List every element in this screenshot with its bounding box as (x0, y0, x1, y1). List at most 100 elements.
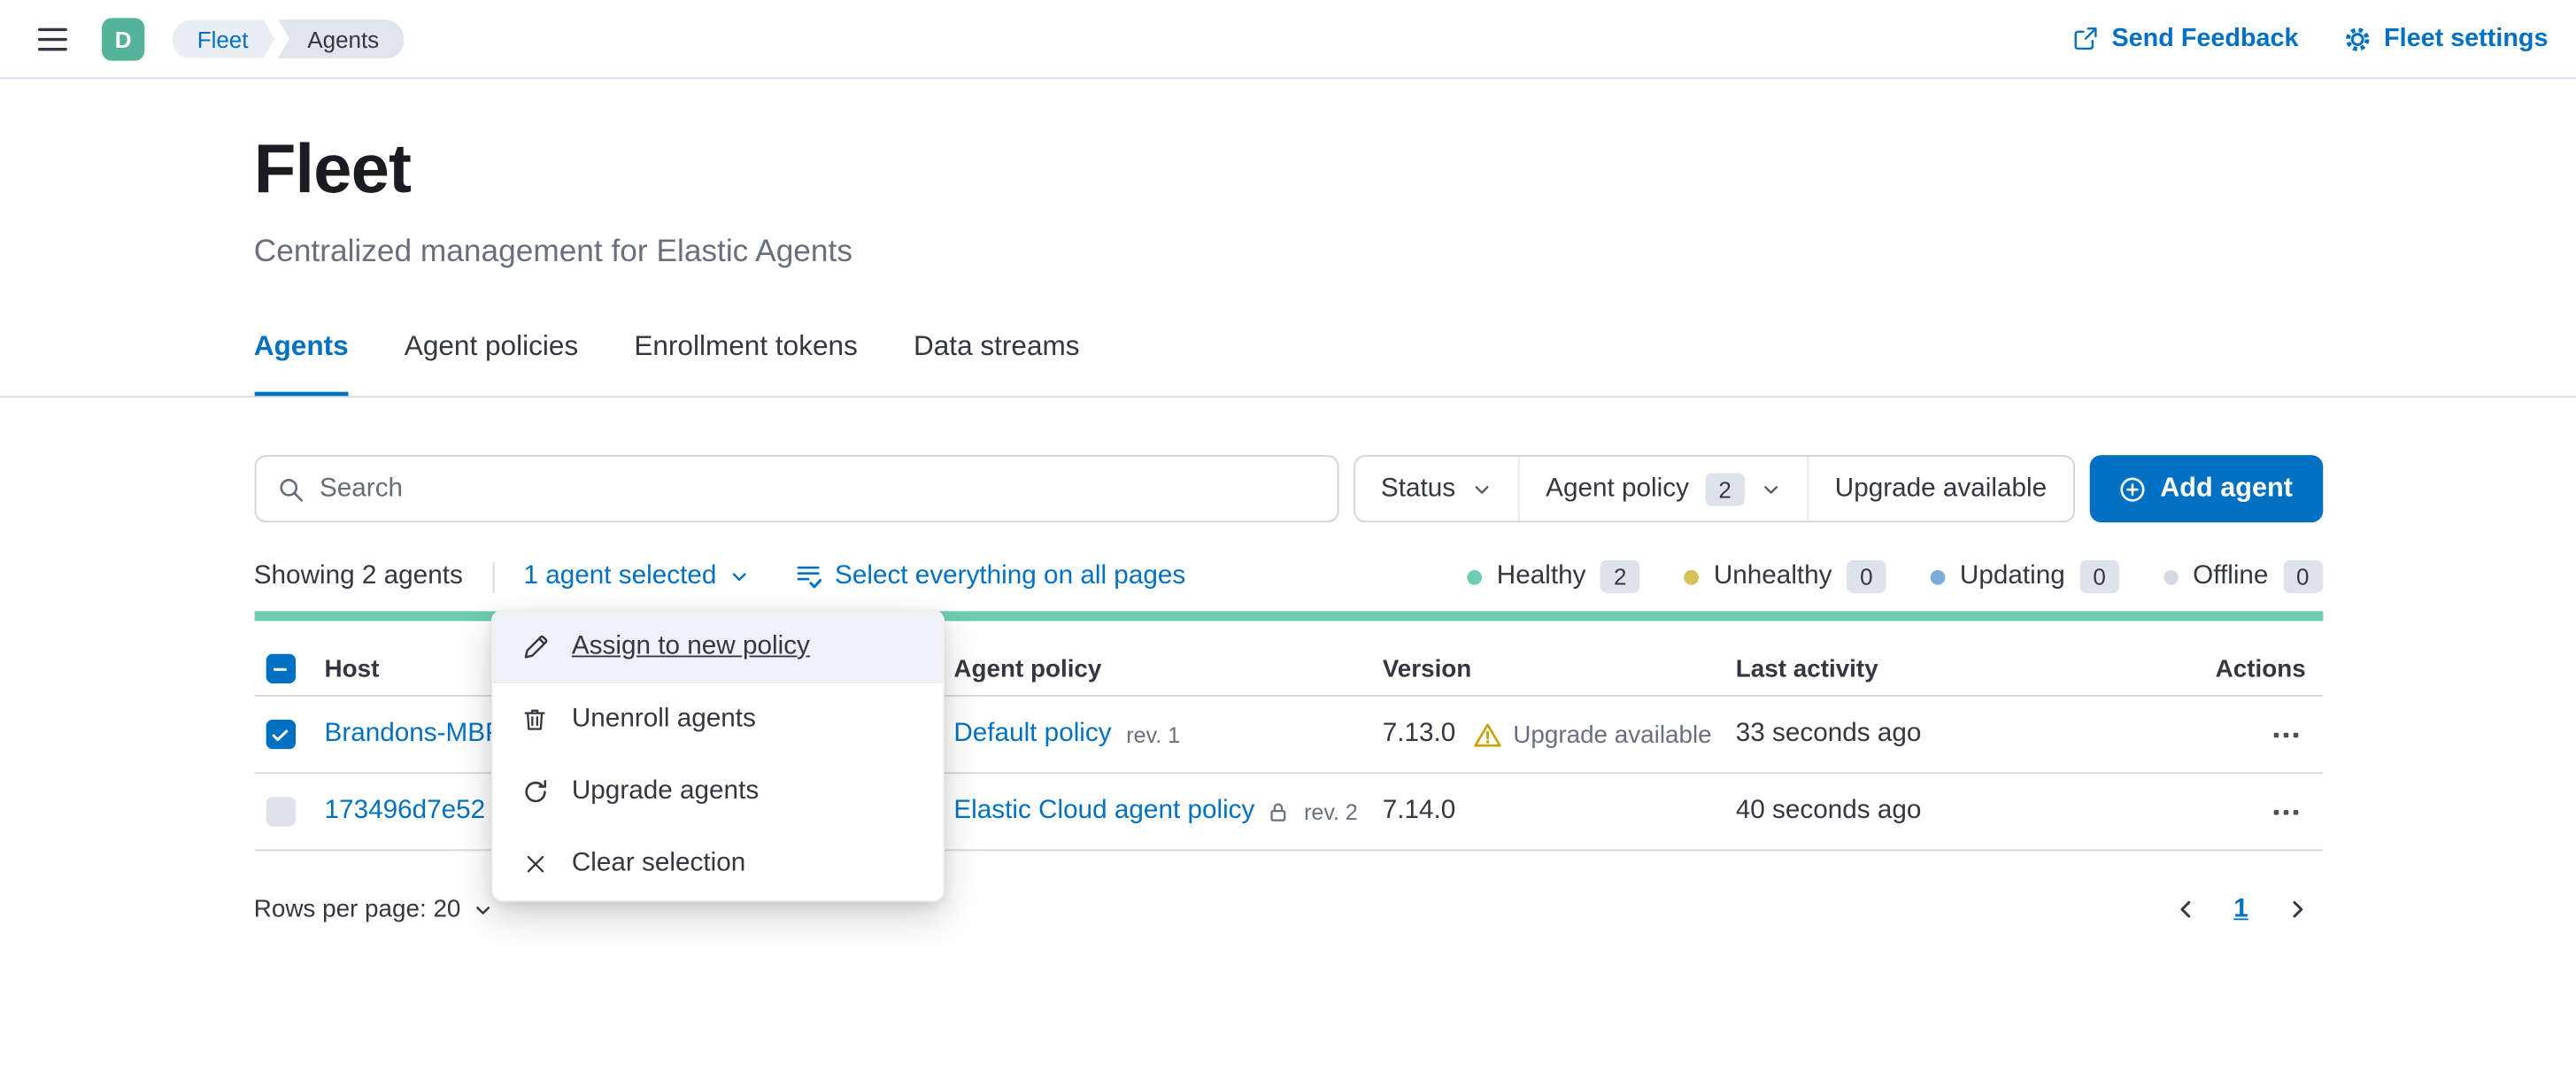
actions-ellipsis-icon (2271, 721, 2300, 749)
offline-count-badge: 0 (2283, 560, 2322, 593)
tab-bar: Agents Agent policies Enrollment tokens … (254, 330, 2323, 396)
breadcrumb-agents[interactable]: Agents (278, 19, 404, 58)
top-navigation-bar: D Fleet Agents Send Feedback Fleet setti… (0, 0, 2576, 79)
refresh-icon (521, 779, 549, 806)
chevron-down-icon (729, 567, 749, 586)
agents-selected-button[interactable]: 1 agent selected (523, 562, 749, 591)
menu-item-label: Clear selection (572, 850, 745, 879)
showing-agents-count: Showing 2 agents (254, 562, 463, 591)
hamburger-menu-icon (38, 27, 67, 50)
unhealthy-label: Unhealthy (1714, 562, 1832, 591)
app-viewport: D Fleet Agents Send Feedback Fleet setti… (0, 0, 2576, 1079)
agents-toolbar: Status Agent policy 2 Upgrade available (254, 455, 2323, 522)
status-healthy[interactable]: Healthy 2 (1467, 560, 1639, 593)
unhealthy-count-badge: 0 (1847, 560, 1886, 593)
hamburger-menu-button[interactable] (25, 11, 81, 66)
breadcrumb-fleet[interactable]: Fleet (173, 19, 274, 58)
rows-per-page-button[interactable]: Rows per page: 20 (254, 895, 494, 923)
page-subtitle: Centralized management for Elastic Agent… (254, 235, 2323, 271)
status-filter-label: Status (1381, 474, 1455, 503)
page-title: Fleet (254, 79, 2323, 209)
agents-selected-label: 1 agent selected (523, 562, 716, 591)
row-actions-button[interactable] (2264, 714, 2305, 754)
agent-policy-link[interactable]: Elastic Cloud agent policy (953, 797, 1254, 826)
agent-status-legend: Healthy 2 Unhealthy 0 Updating 0 Offline… (1467, 560, 2322, 593)
select-all-checkbox[interactable] (266, 654, 295, 683)
host-link[interactable]: Brandons-MBP (325, 720, 503, 749)
menu-item-label: Assign to new policy (572, 633, 810, 662)
row-checkbox[interactable] (266, 720, 295, 749)
plus-circle-icon (2119, 475, 2146, 502)
chevron-down-icon (1761, 479, 1780, 498)
last-activity: 40 seconds ago (1736, 797, 2147, 826)
page-header: Fleet Centralized management for Elastic… (0, 79, 2576, 396)
chevron-left-icon (2173, 897, 2198, 922)
status-updating[interactable]: Updating 0 (1931, 560, 2119, 593)
menu-item-label: Upgrade agents (572, 777, 759, 806)
fleet-settings-link[interactable]: Fleet settings (2345, 24, 2549, 53)
topbar-actions: Send Feedback Fleet settings (2074, 24, 2551, 53)
space-avatar[interactable]: D (102, 17, 144, 59)
agent-policy-link[interactable]: Default policy (953, 720, 1111, 749)
search-input[interactable] (320, 474, 1315, 503)
gear-icon (2345, 26, 2372, 52)
column-header-version[interactable]: Version (1383, 655, 1736, 683)
agent-policy-filter-button[interactable]: Agent policy 2 (1518, 457, 1808, 521)
menu-item-clear-selection[interactable]: Clear selection (493, 828, 944, 900)
next-page-button[interactable] (2281, 894, 2312, 925)
select-everything-link[interactable]: Select everything on all pages (795, 562, 1185, 591)
selection-row: Showing 2 agents 1 agent selected Select… (254, 560, 2323, 593)
upgrade-available-filter-button[interactable]: Upgrade available (1807, 457, 2073, 521)
external-link-icon (2074, 27, 2099, 51)
status-filter-button[interactable]: Status (1354, 457, 1517, 521)
updating-count-badge: 0 (2079, 560, 2118, 593)
chevron-down-icon (474, 899, 493, 919)
select-all-pages-icon (795, 564, 821, 590)
search-box (254, 455, 1338, 522)
agent-policy-filter-label: Agent policy (1546, 474, 1689, 503)
menu-item-label: Unenroll agents (572, 705, 756, 734)
pencil-icon (521, 634, 549, 660)
close-icon (521, 852, 549, 876)
menu-item-assign-to-new-policy[interactable]: Assign to new policy (493, 611, 944, 683)
tab-enrollment-tokens[interactable]: Enrollment tokens (634, 330, 858, 396)
send-feedback-link[interactable]: Send Feedback (2074, 24, 2299, 53)
add-agent-button[interactable]: Add agent (2089, 455, 2322, 522)
tab-agents[interactable]: Agents (254, 330, 349, 396)
row-checkbox[interactable] (266, 797, 295, 826)
filter-group: Status Agent policy 2 Upgrade available (1353, 455, 2074, 522)
tab-agent-policies[interactable]: Agent policies (405, 330, 578, 396)
warning-icon (1474, 722, 1502, 747)
host-link[interactable]: 173496d7e52 (325, 797, 486, 826)
rows-per-page-label: Rows per page: 20 (254, 895, 461, 923)
fleet-settings-label: Fleet settings (2384, 24, 2548, 53)
chevron-right-icon (2285, 897, 2310, 922)
bulk-actions-menu: Assign to new policy Unenroll agents Upg… (491, 610, 945, 902)
updating-label: Updating (1960, 562, 2065, 591)
tab-data-streams[interactable]: Data streams (914, 330, 1080, 396)
agent-version: 7.14.0 (1383, 797, 1736, 826)
actions-ellipsis-icon (2271, 798, 2300, 826)
column-header-last-activity[interactable]: Last activity (1736, 655, 2147, 683)
menu-item-upgrade-agents[interactable]: Upgrade agents (493, 756, 944, 829)
column-header-agent-policy[interactable]: Agent policy (953, 655, 1382, 683)
add-agent-label: Add agent (2160, 473, 2293, 504)
last-activity: 33 seconds ago (1736, 720, 2147, 749)
healthy-label: Healthy (1497, 562, 1586, 591)
previous-page-button[interactable] (2170, 894, 2201, 925)
pagination: 1 (2170, 894, 2322, 925)
search-icon (277, 475, 304, 502)
healthy-dot-icon (1467, 569, 1482, 584)
status-offline[interactable]: Offline 0 (2163, 560, 2323, 593)
updating-dot-icon (1931, 569, 1946, 584)
row-actions-button[interactable] (2264, 791, 2305, 832)
unhealthy-dot-icon (1684, 569, 1699, 584)
offline-label: Offline (2193, 562, 2268, 591)
chevron-down-icon (1472, 479, 1492, 498)
offline-dot-icon (2163, 569, 2179, 584)
status-unhealthy[interactable]: Unhealthy 0 (1684, 560, 1886, 593)
menu-item-unenroll-agents[interactable]: Unenroll agents (493, 683, 944, 756)
healthy-count-badge: 2 (1600, 560, 1639, 593)
policy-revision: rev. 2 (1304, 799, 1358, 824)
page-number-1[interactable]: 1 (2233, 895, 2248, 924)
